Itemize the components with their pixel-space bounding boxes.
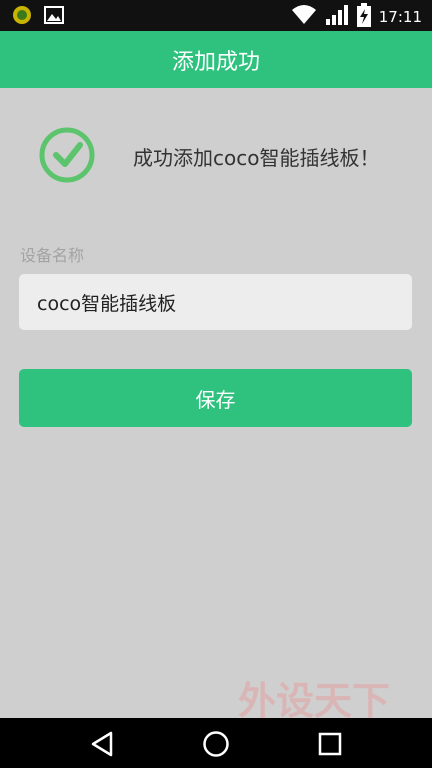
app-bar: 添加成功 [0, 31, 432, 88]
device-name-input[interactable] [19, 274, 412, 330]
signal-icon [325, 4, 349, 30]
success-message: 成功添加coco智能插线板！ [133, 146, 380, 170]
navigation-bar [0, 718, 432, 768]
wifi-icon [291, 4, 317, 30]
back-icon[interactable] [86, 727, 120, 761]
status-bar: 17:11 [0, 0, 432, 31]
check-circle-icon [38, 126, 96, 184]
notification-coin-icon [12, 5, 32, 29]
home-icon[interactable] [199, 727, 233, 761]
battery-charging-icon [356, 3, 371, 31]
recents-icon[interactable] [313, 727, 347, 761]
success-banner: 成功添加coco智能插线板！ [38, 126, 418, 186]
clock-time: 17:11 [378, 8, 422, 26]
save-button[interactable]: 保存 [19, 369, 412, 427]
device-name-label: 设备名称 [20, 246, 85, 265]
gallery-icon [44, 6, 64, 28]
svg-text:外设天下: 外设天下 [238, 679, 390, 723]
page-title: 添加成功 [171, 49, 260, 75]
